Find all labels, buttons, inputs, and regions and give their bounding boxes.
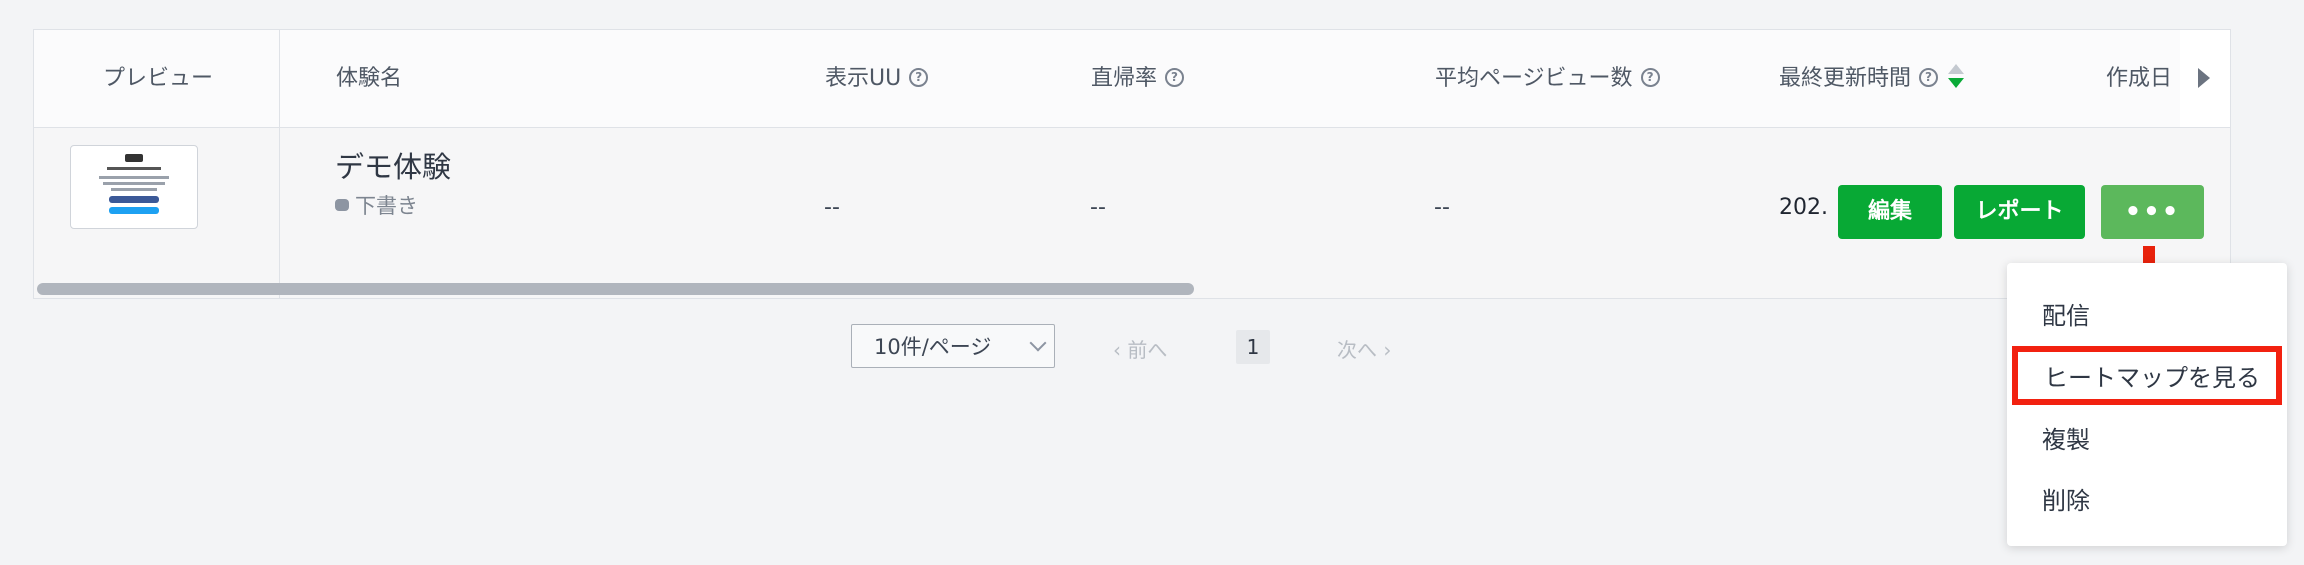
header-preview: プレビュー (103, 66, 214, 91)
menu-item-deliver[interactable]: 配信 (2042, 296, 2090, 331)
help-icon[interactable]: ? (1165, 67, 1185, 87)
page-size-select[interactable]: 10件/ページ (851, 324, 1055, 368)
header-bounce-label: 直帰率 (1091, 66, 1158, 91)
scroll-right-icon[interactable] (2180, 30, 2230, 127)
prev-page-button[interactable]: ‹ 前へ (1113, 334, 1167, 363)
report-button[interactable]: レポート (1954, 185, 2085, 239)
page-number-current[interactable]: 1 (1236, 330, 1270, 364)
menu-item-duplicate[interactable]: 複製 (2042, 420, 2090, 455)
header-name: 体験名 (336, 66, 403, 91)
experience-name[interactable]: デモ体験 (335, 144, 451, 186)
thumbnail-logo-icon (125, 154, 143, 162)
edit-button[interactable]: 編集 (1838, 185, 1942, 239)
menu-item-delete[interactable]: 削除 (2042, 481, 2090, 516)
status-dot-icon (335, 199, 349, 211)
cell-date: 202. (1779, 195, 1828, 220)
preview-thumbnail[interactable] (70, 145, 198, 229)
cell-avg-pv: -- (1434, 195, 1450, 220)
header-last-updated-label: 最終更新時間 (1779, 66, 1912, 91)
next-page-button[interactable]: 次へ › (1337, 334, 1391, 363)
help-icon[interactable]: ? (1640, 67, 1660, 87)
cell-bounce: -- (1090, 195, 1106, 220)
horizontal-scrollbar[interactable] (37, 283, 1194, 295)
page-size-value: 10件/ページ (874, 335, 992, 359)
cell-uu: -- (824, 195, 840, 220)
header-uu-label: 表示UU (825, 66, 902, 91)
table-header: プレビュー 体験名 表示UU? 直帰率? 平均ページビュー数? 最終更新時間? … (34, 30, 2230, 128)
status-label: 下書き (355, 194, 418, 218)
column-divider (279, 30, 280, 298)
header-uu: 表示UU? (825, 30, 929, 127)
sort-icon[interactable] (1948, 64, 1965, 90)
help-icon[interactable]: ? (909, 67, 929, 87)
header-last-updated[interactable]: 最終更新時間? (1779, 30, 1965, 127)
header-bounce: 直帰率? (1091, 30, 1185, 127)
help-icon[interactable]: ? (1919, 67, 1939, 87)
header-avg-pv: 平均ページビュー数? (1435, 30, 1660, 127)
more-options-button[interactable]: ••• (2101, 185, 2204, 239)
header-avg-pv-label: 平均ページビュー数 (1435, 66, 1633, 91)
chevron-down-icon (1029, 334, 1047, 352)
status-badge: 下書き (335, 190, 418, 220)
header-created: 作成日 (2106, 66, 2173, 91)
annotation-highlight-box (2012, 346, 2282, 405)
